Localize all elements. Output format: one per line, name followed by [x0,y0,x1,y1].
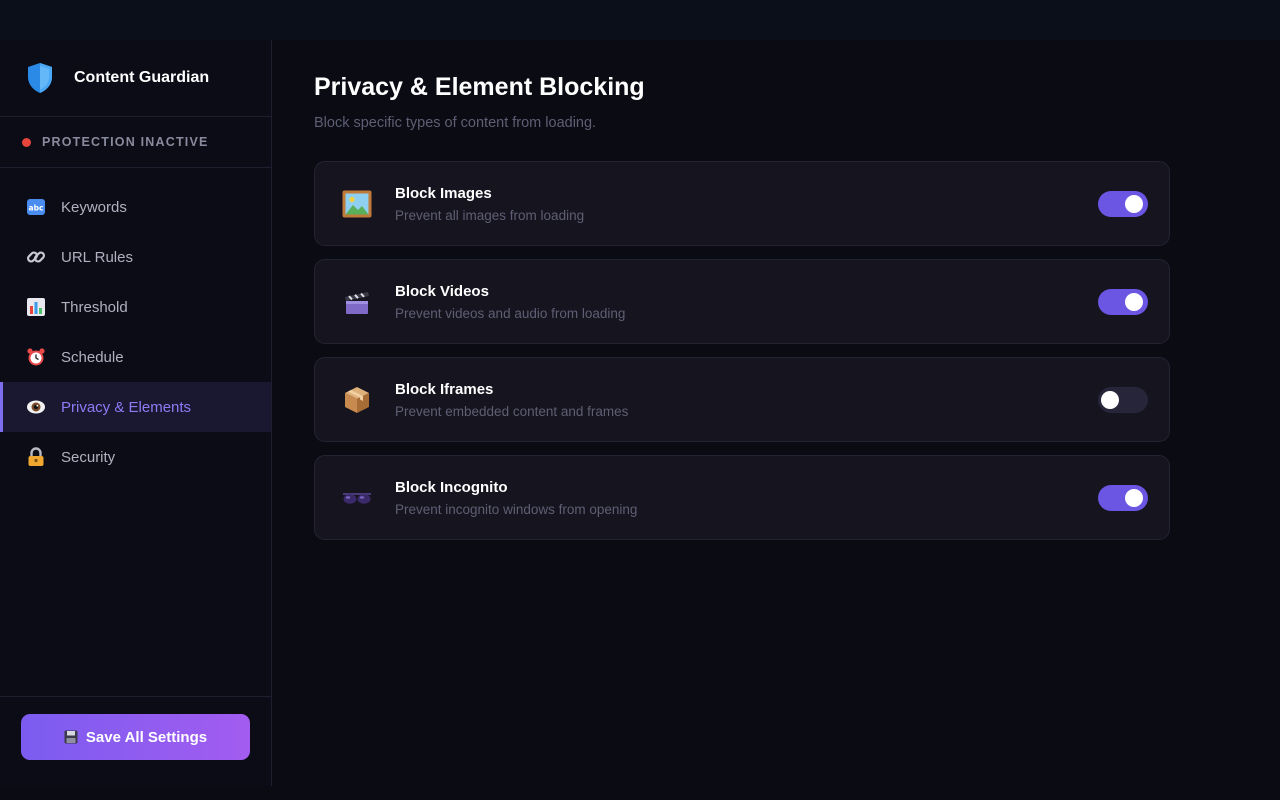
setting-block-videos: Block Videos Prevent videos and audio fr… [314,259,1170,344]
eye-icon [26,397,46,417]
abc-icon: abc [26,197,46,217]
setting-description: Prevent embedded content and frames [395,403,629,419]
setting-block-incognito: Block Incognito Prevent incognito window… [314,455,1170,540]
sidebar-item-label: Threshold [61,298,128,316]
sidebar-item-label: Privacy & Elements [61,398,192,416]
main-content: Privacy & Element Blocking Block specifi… [314,40,1214,553]
toggle-knob [1101,391,1119,409]
toggle-knob [1125,195,1143,213]
toggle-knob [1125,489,1143,507]
sidebar-item-privacy-elements[interactable]: Privacy & Elements [0,382,271,432]
alarm-clock-icon [26,347,46,367]
protection-status: PROTECTION INACTIVE [0,117,271,168]
save-button-label: Save All Settings [85,728,208,746]
block-incognito-toggle[interactable] [1098,485,1148,511]
sidebar-item-url-rules[interactable]: URL Rules [0,232,271,282]
sidebar-item-security[interactable]: Security [0,432,271,482]
top-bar [0,0,1280,40]
setting-block-iframes: Block Iframes Prevent embedded content a… [314,357,1170,442]
framed-picture-icon [341,188,373,220]
floppy-disk-icon [64,730,78,744]
sidebar-item-schedule[interactable]: Schedule [0,332,271,382]
svg-text:abc: abc [29,204,44,213]
sunglasses-icon [341,482,373,514]
sidebar-item-keywords[interactable]: abc Keywords [0,182,271,232]
setting-block-images: Block Images Prevent all images from loa… [314,161,1170,246]
block-iframes-toggle[interactable] [1098,387,1148,413]
sidebar-item-label: Security [61,448,116,466]
sidebar-item-label: URL Rules [61,248,133,266]
block-videos-toggle[interactable] [1098,289,1148,315]
status-text: PROTECTION INACTIVE [42,135,209,149]
setting-description: Prevent incognito windows from opening [395,501,638,517]
sidebar-item-label: Keywords [61,198,127,216]
brand: Content Guardian [0,40,271,117]
sidebar-item-label: Schedule [61,348,124,366]
save-all-settings-button[interactable]: Save All Settings [21,714,250,760]
setting-title: Block Iframes [395,380,494,398]
setting-title: Block Incognito [395,478,508,496]
status-dot [22,137,31,147]
bar-chart-icon [26,297,46,317]
link-icon [26,247,46,267]
sidebar: Content Guardian PROTECTION INACTIVE abc… [0,40,272,786]
clapper-board-icon [341,286,373,318]
setting-description: Prevent videos and audio from loading [395,305,626,321]
setting-description: Prevent all images from loading [395,207,585,223]
sidebar-item-threshold[interactable]: Threshold [0,282,271,332]
toggle-knob [1125,293,1143,311]
setting-title: Block Images [395,184,492,202]
lock-icon [26,447,46,467]
page-subtitle: Block specific types of content from loa… [314,115,597,131]
sidebar-footer: Save All Settings [0,696,271,786]
block-images-toggle[interactable] [1098,191,1148,217]
settings-list: Block Images Prevent all images from loa… [314,161,1214,540]
shield-icon [28,63,52,93]
sidebar-nav: abc Keywords URL Rules Threshold Schedul… [0,168,271,482]
setting-title: Block Videos [395,282,489,300]
page-title: Privacy & Element Blocking [314,73,645,101]
app-name: Content Guardian [74,69,210,86]
package-icon [341,384,373,416]
